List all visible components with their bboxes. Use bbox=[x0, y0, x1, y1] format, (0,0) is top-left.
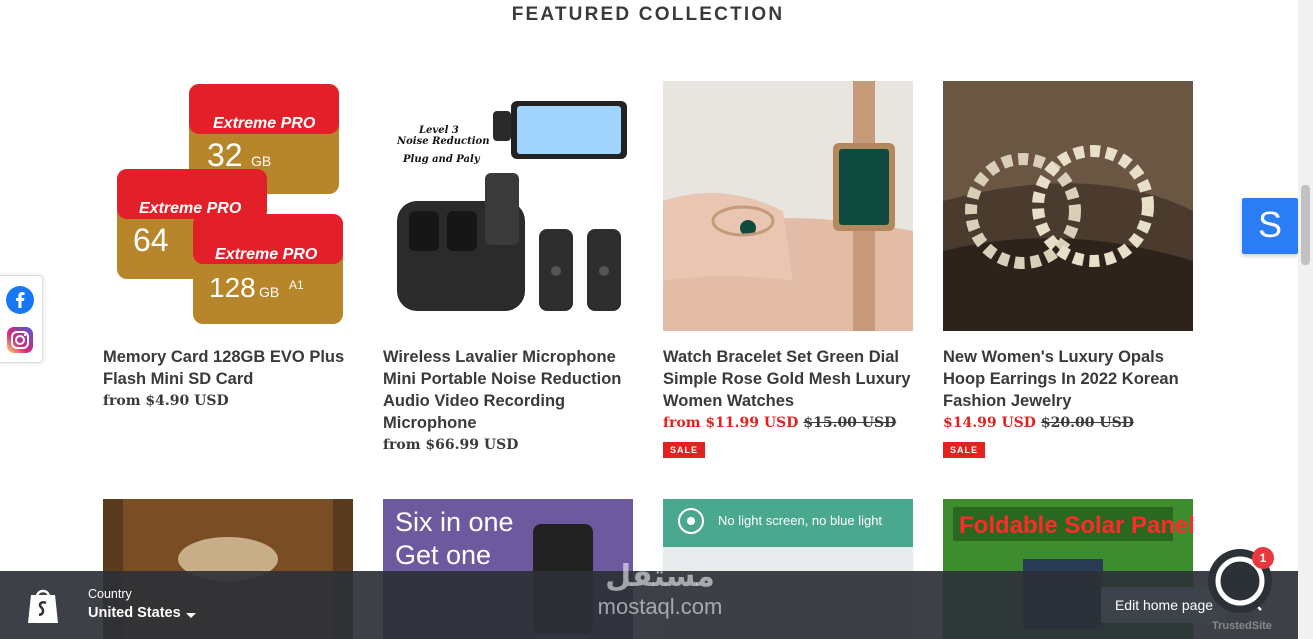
chat-notification-badge: 1 bbox=[1252, 547, 1274, 569]
product-card[interactable]: Watch Bracelet Set Green Dial Simple Ros… bbox=[663, 81, 913, 458]
svg-text:Get one: Get one bbox=[395, 540, 491, 570]
svg-text:Foldable Solar Panel: Foldable Solar Panel bbox=[959, 512, 1193, 539]
sale-price: from $11.99 USD bbox=[663, 415, 799, 431]
svg-text:Extreme PRO: Extreme PRO bbox=[215, 246, 318, 263]
product-image[interactable]: Extreme PRO 32 GB Extreme PRO 64 Extreme… bbox=[103, 81, 353, 331]
shopify-bag-icon bbox=[28, 589, 58, 623]
watermark: مستقل mostaql.com bbox=[597, 559, 723, 620]
svg-text:No light screen, no blue light: No light screen, no blue light bbox=[718, 513, 882, 528]
product-card[interactable]: Level 3 Noise Reduction Plug and Paly Wi… bbox=[383, 81, 633, 456]
product-price: from $11.99 USD $15.00 USD bbox=[663, 412, 913, 434]
compare-price: $15.00 USD bbox=[803, 415, 897, 431]
svg-text:Level 3: Level 3 bbox=[418, 125, 459, 136]
svg-text:32: 32 bbox=[207, 137, 243, 173]
svg-text:Extreme PRO: Extreme PRO bbox=[213, 115, 316, 132]
scrollbar-thumb[interactable] bbox=[1301, 185, 1310, 265]
product-image[interactable] bbox=[943, 81, 1193, 331]
svg-text:64: 64 bbox=[133, 222, 169, 258]
scrollbar[interactable] bbox=[1298, 0, 1313, 639]
svg-text:Six in one: Six in one bbox=[395, 507, 514, 537]
section-title: FEATURED COLLECTION bbox=[511, 4, 785, 25]
compare-price: $20.00 USD bbox=[1040, 415, 1134, 431]
product-image[interactable]: Level 3 Noise Reduction Plug and Paly bbox=[383, 81, 633, 331]
product-price: from $66.99 USD bbox=[383, 437, 519, 453]
product-title[interactable]: Watch Bracelet Set Green Dial Simple Ros… bbox=[663, 346, 913, 412]
s-widget-button[interactable]: S bbox=[1242, 198, 1298, 254]
product-title[interactable]: Memory Card 128GB EVO Plus Flash Mini SD… bbox=[103, 346, 353, 390]
social-share-bar bbox=[0, 275, 43, 363]
trustedsite-badge[interactable]: TrustedSite bbox=[1212, 620, 1272, 632]
sale-badge: SALE bbox=[663, 442, 706, 458]
svg-text:GB: GB bbox=[259, 284, 279, 300]
svg-text:A1: A1 bbox=[289, 278, 304, 292]
product-price: from $4.90 USD bbox=[103, 393, 229, 409]
country-label: Country bbox=[88, 587, 132, 601]
product-title[interactable]: Wireless Lavalier Microphone Mini Portab… bbox=[383, 346, 633, 434]
sale-price: $14.99 USD bbox=[943, 415, 1036, 431]
facebook-icon[interactable] bbox=[6, 286, 34, 314]
sale-badge: SALE bbox=[943, 442, 986, 458]
product-image[interactable] bbox=[663, 81, 913, 331]
product-price: $14.99 USD $20.00 USD bbox=[943, 412, 1193, 434]
country-selector[interactable]: United States bbox=[88, 605, 181, 621]
svg-text:Plug and Paly: Plug and Paly bbox=[402, 154, 481, 165]
svg-text:Noise Reduction: Noise Reduction bbox=[396, 136, 489, 147]
product-card[interactable]: Extreme PRO 32 GB Extreme PRO 64 Extreme… bbox=[103, 81, 353, 412]
svg-text:GB: GB bbox=[251, 153, 271, 169]
product-card[interactable]: New Women's Luxury Opals Hoop Earrings I… bbox=[943, 81, 1193, 458]
caret-down-icon[interactable] bbox=[186, 613, 196, 618]
product-title[interactable]: New Women's Luxury Opals Hoop Earrings I… bbox=[943, 346, 1193, 412]
svg-text:128: 128 bbox=[209, 272, 256, 303]
instagram-icon[interactable] bbox=[6, 326, 34, 354]
